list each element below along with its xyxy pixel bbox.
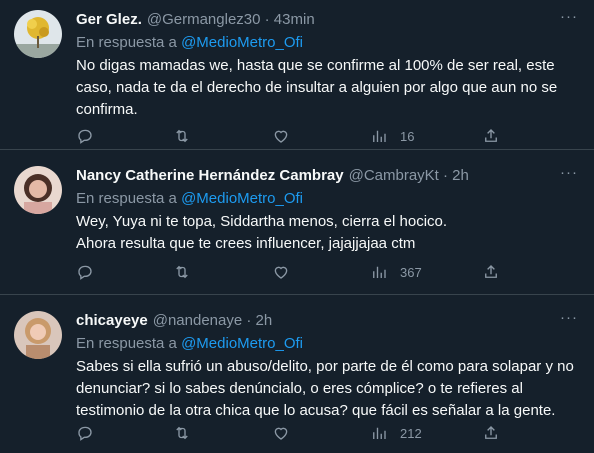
- reply-icon: [78, 129, 92, 144]
- like-icon: [274, 130, 288, 143]
- retweet-icon: [176, 426, 188, 440]
- reply-context: En respuesta a @MedioMetro_Ofi: [76, 33, 578, 53]
- views-button[interactable]: 367: [370, 262, 422, 282]
- like-button[interactable]: [272, 423, 290, 443]
- tweet[interactable]: Nancy Catherine Hernández Cambray @Cambr…: [0, 156, 594, 295]
- tweet-actions: 212: [76, 423, 506, 443]
- share-button[interactable]: [482, 262, 500, 282]
- tweet-text: Wey, Yuya ni te topa, Siddartha menos, c…: [76, 213, 448, 252]
- reply-prefix: En respuesta a: [76, 335, 177, 352]
- author-handle[interactable]: @Germanglez30 · 43min: [147, 10, 315, 30]
- reply-button[interactable]: [76, 423, 94, 443]
- views-button[interactable]: 16: [370, 126, 414, 146]
- avatar[interactable]: [14, 166, 62, 214]
- tweet-text: Sabes si ella sufrió un abuso/delito, po…: [76, 358, 574, 419]
- more-icon[interactable]: ···: [560, 310, 578, 329]
- view-count: 16: [400, 128, 415, 144]
- like-button[interactable]: [272, 126, 290, 146]
- retweet-button[interactable]: [173, 423, 191, 443]
- reply-mention-link[interactable]: @MedioMetro_Ofi: [181, 190, 303, 207]
- author-handle[interactable]: @CambrayKt · 2h: [349, 166, 469, 186]
- author-handle[interactable]: @nandenaye · 2h: [153, 311, 272, 331]
- views-icon: [373, 266, 386, 278]
- share-button[interactable]: [482, 126, 500, 146]
- reply-button[interactable]: [76, 126, 94, 146]
- retweet-icon: [176, 265, 188, 279]
- author-name[interactable]: chicayeye: [76, 311, 148, 331]
- share-icon: [485, 265, 497, 278]
- author-name[interactable]: Ger Glez.: [76, 10, 142, 30]
- retweet-icon: [176, 129, 188, 143]
- tweet-text: No digas mamadas we, hasta que se confir…: [76, 57, 558, 118]
- reply-mention-link[interactable]: @MedioMetro_Ofi: [181, 335, 303, 352]
- reply-context: En respuesta a @MedioMetro_Ofi: [76, 334, 578, 354]
- like-icon: [274, 266, 288, 279]
- avatar[interactable]: [14, 311, 62, 359]
- share-icon: [485, 426, 497, 439]
- views-button[interactable]: 212: [370, 423, 422, 443]
- more-icon[interactable]: ···: [560, 9, 578, 28]
- tweet[interactable]: chicayeye @nandenaye · 2h ··· En respues…: [0, 301, 594, 453]
- author-name[interactable]: Nancy Catherine Hernández Cambray: [76, 166, 344, 186]
- reply-icon: [78, 265, 92, 280]
- reply-mention-link[interactable]: @MedioMetro_Ofi: [181, 34, 303, 51]
- reply-icon: [78, 426, 92, 441]
- tweet-actions: 367: [76, 262, 506, 282]
- like-button[interactable]: [272, 262, 290, 282]
- reply-prefix: En respuesta a: [76, 34, 177, 51]
- views-icon: [373, 427, 386, 439]
- reply-prefix: En respuesta a: [76, 190, 177, 207]
- more-icon[interactable]: ···: [560, 165, 578, 184]
- retweet-button[interactable]: [173, 126, 191, 146]
- like-icon: [274, 427, 288, 440]
- tweet-actions: 16: [76, 126, 506, 146]
- view-count: 212: [400, 425, 422, 441]
- view-count: 367: [400, 264, 422, 280]
- views-icon: [373, 130, 386, 142]
- tweet[interactable]: Ger Glez. @Germanglez30 · 43min ··· En r…: [0, 0, 594, 150]
- share-icon: [485, 129, 497, 142]
- reply-context: En respuesta a @MedioMetro_Ofi: [76, 189, 578, 209]
- reply-button[interactable]: [76, 262, 94, 282]
- share-button[interactable]: [482, 423, 500, 443]
- retweet-button[interactable]: [173, 262, 191, 282]
- avatar[interactable]: [14, 10, 62, 58]
